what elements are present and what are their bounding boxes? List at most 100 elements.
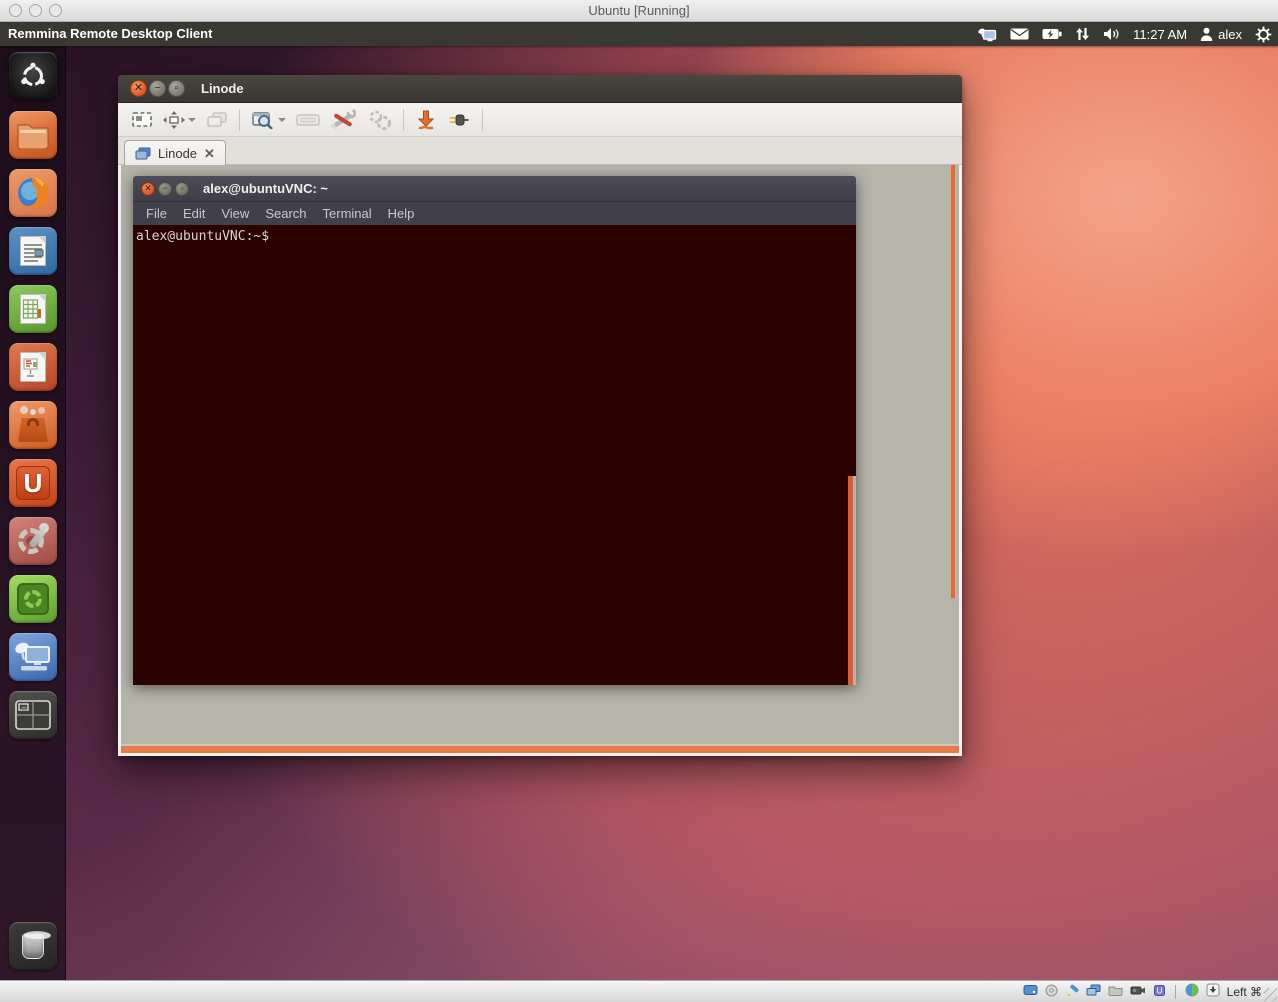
terminal-window-title: alex@ubuntuVNC: ~: [203, 181, 328, 196]
launcher-item-software-center[interactable]: [9, 401, 57, 449]
panel-app-title: Remmina Remote Desktop Client: [8, 22, 212, 46]
tab-label: Linode: [158, 146, 197, 161]
ubuntu-one-icon: U: [16, 466, 50, 500]
tab-close-button[interactable]: ✕: [204, 147, 215, 160]
menu-edit[interactable]: Edit: [175, 206, 213, 221]
terminal-screen[interactable]: alex@ubuntuVNC:~$: [133, 225, 856, 685]
menu-terminal[interactable]: Terminal: [315, 206, 380, 221]
menu-help[interactable]: Help: [380, 206, 423, 221]
terminal-maximize-button[interactable]: ▫: [175, 182, 189, 196]
scaled-mode-button[interactable]: [158, 106, 201, 134]
launcher-item-files[interactable]: [9, 111, 57, 159]
vm-window-titlebar[interactable]: Ubuntu [Running]: [0, 0, 1278, 22]
libreoffice-calc-icon: [20, 294, 46, 324]
clock-indicator[interactable]: 11:27 AM: [1133, 27, 1187, 42]
launcher-item-system-testing[interactable]: [9, 575, 57, 623]
statusbar-separator: [1175, 985, 1176, 999]
launcher-item-libreoffice-writer[interactable]: [9, 227, 57, 275]
hard-disks-icon[interactable]: [1023, 984, 1038, 999]
launcher-item-libreoffice-calc[interactable]: [9, 285, 57, 333]
remmina-icon: [13, 640, 53, 674]
terminal-minimize-button[interactable]: −: [158, 182, 172, 196]
toolbar-separator: [482, 109, 483, 131]
toolbar-separator: [403, 109, 404, 131]
user-menu[interactable]: alex: [1200, 27, 1242, 42]
launcher-item-remmina[interactable]: [9, 633, 57, 681]
unity-launcher: U: [0, 46, 66, 980]
shared-clipboard-icon[interactable]: [1065, 984, 1079, 1000]
remmina-window: ✕ − ▫ Linode: [118, 75, 962, 756]
remmina-close-button[interactable]: ✕: [130, 80, 147, 97]
menu-file[interactable]: File: [138, 206, 175, 221]
connection-tab-linode[interactable]: Linode ✕: [124, 140, 226, 165]
mail-indicator-icon[interactable]: [1010, 28, 1029, 40]
launcher-item-firefox[interactable]: [9, 169, 57, 217]
libreoffice-impress-icon: [20, 352, 46, 382]
menu-view[interactable]: View: [213, 206, 257, 221]
zoom-dropdown[interactable]: [278, 118, 286, 122]
vm-zoom-button[interactable]: [49, 4, 62, 17]
battery-indicator-icon[interactable]: [1042, 28, 1062, 40]
remmina-maximize-button[interactable]: ▫: [168, 80, 185, 97]
vnc-edge-artifact-bottom: [121, 746, 959, 753]
shell-prompt: alex@ubuntuVNC:~$: [136, 229, 269, 244]
keyboard-grab-button[interactable]: [291, 106, 325, 134]
menu-search[interactable]: Search: [257, 206, 314, 221]
files-icon: [16, 121, 50, 149]
volume-indicator-icon[interactable]: [1103, 27, 1120, 41]
vnc-viewport[interactable]: ✕ − ▫ alex@ubuntuVNC: ~ File Edit View S…: [118, 165, 962, 756]
zoom-button[interactable]: [246, 106, 291, 134]
terminal-menubar: File Edit View Search Terminal Help: [133, 202, 856, 225]
terminal-close-button[interactable]: ✕: [141, 182, 155, 196]
trash-icon: [22, 934, 44, 959]
system-settings-icon: [15, 523, 51, 559]
minimize-window-button[interactable]: [410, 106, 442, 134]
remote-desktop-indicator-icon[interactable]: [977, 27, 997, 42]
optical-drives-icon[interactable]: [1045, 984, 1058, 1000]
launcher-item-dash-home[interactable]: [9, 52, 57, 100]
vm-window-title: Ubuntu [Running]: [0, 0, 1278, 21]
tools-button[interactable]: [325, 106, 361, 134]
session-gear-icon[interactable]: [1255, 26, 1272, 43]
svg-text:U: U: [1156, 986, 1162, 995]
vbox-statusbar: U Left ⌘: [0, 980, 1278, 1002]
remmina-titlebar[interactable]: ✕ − ▫ Linode: [118, 75, 962, 103]
libreoffice-writer-icon: [20, 236, 46, 266]
features-chip-icon[interactable]: U: [1153, 984, 1166, 1000]
preferences-button[interactable]: [361, 106, 397, 134]
disconnect-button[interactable]: [442, 106, 476, 134]
network-traffic-indicator-icon[interactable]: [1075, 27, 1090, 41]
remmina-toolbar: [118, 103, 962, 137]
launcher-item-workspace-switcher[interactable]: [9, 691, 57, 739]
switch-tab-pages-button[interactable]: [201, 106, 233, 134]
screen: Ubuntu [Running] Remmina Remote Desktop …: [0, 0, 1278, 1002]
terminal-edge-gray: [853, 476, 856, 685]
firefox-icon: [15, 175, 51, 211]
mouse-integration-icon[interactable]: [1185, 983, 1199, 1000]
launcher-item-libreoffice-impress[interactable]: [9, 343, 57, 391]
launcher-item-ubuntu-one[interactable]: U: [9, 459, 57, 507]
remmina-minimize-button[interactable]: −: [149, 80, 166, 97]
unity-top-panel: Remmina Remote Desktop Client 11:27 AM a…: [0, 22, 1278, 46]
dash-home-icon: [18, 61, 48, 91]
shared-folders-icon[interactable]: [1108, 985, 1123, 999]
terminal-titlebar[interactable]: ✕ − ▫ alex@ubuntuVNC: ~: [133, 176, 856, 202]
vm-close-button[interactable]: [9, 4, 22, 17]
resize-grip[interactable]: [1264, 988, 1277, 1001]
host-key-label: Left ⌘: [1227, 985, 1262, 999]
keyboard-capture-icon[interactable]: [1206, 983, 1220, 1000]
video-capture-icon[interactable]: [1130, 985, 1146, 999]
display-icon[interactable]: [1086, 984, 1101, 999]
scaled-mode-dropdown[interactable]: [188, 118, 196, 122]
toggle-fullscreen-button[interactable]: [126, 106, 158, 134]
vm-minimize-button[interactable]: [29, 4, 42, 17]
tab-connection-icon: [135, 147, 151, 160]
toolbar-separator: [239, 109, 240, 131]
username-label: alex: [1218, 27, 1242, 42]
system-testing-icon: [17, 583, 49, 615]
remmina-tabbar: Linode ✕: [118, 137, 962, 165]
software-center-icon: [16, 408, 50, 442]
launcher-item-system-settings[interactable]: [9, 517, 57, 565]
launcher-item-trash[interactable]: [9, 922, 57, 970]
user-icon: [1200, 27, 1213, 41]
